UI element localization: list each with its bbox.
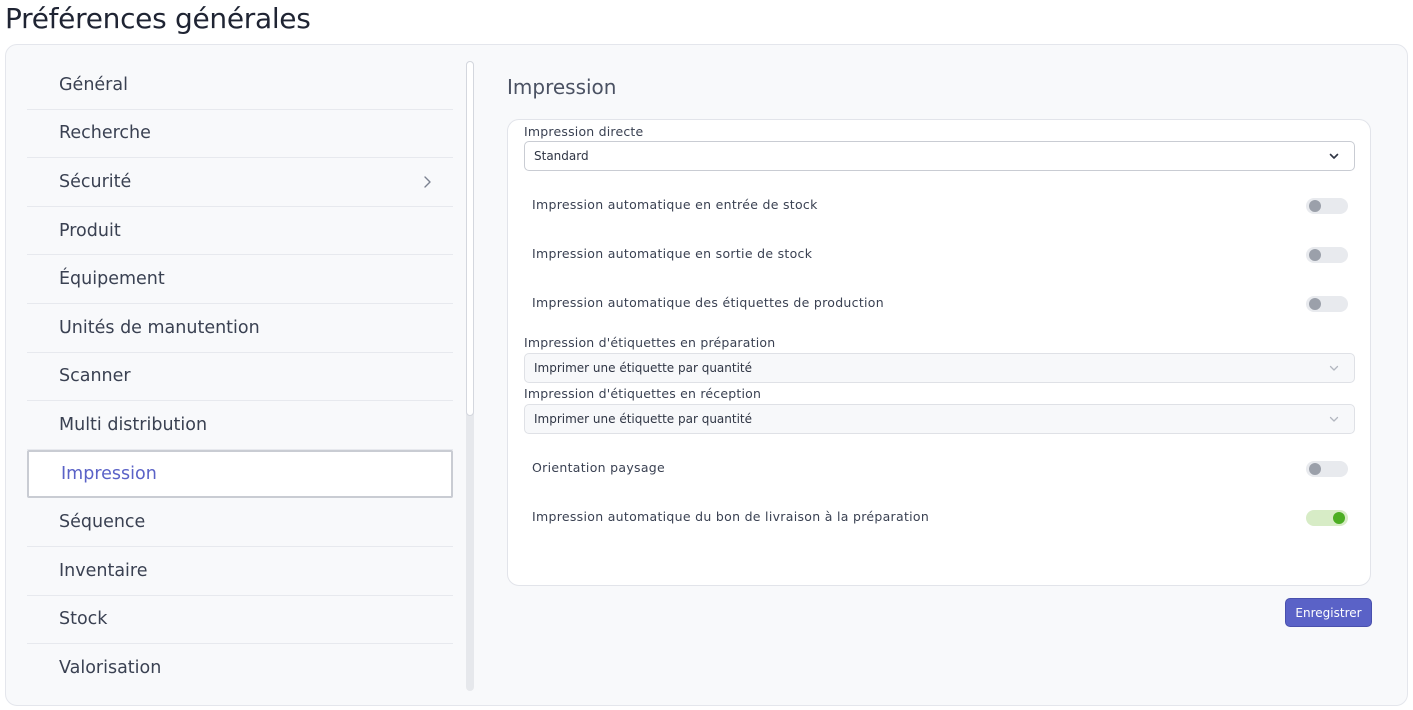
scrollbar-thumb[interactable] — [466, 61, 474, 416]
sidebar-item-label: Stock — [59, 609, 108, 630]
auto-print-stock-in-label: Impression automatique en entrée de stoc… — [532, 197, 818, 212]
toggle-knob — [1309, 463, 1321, 475]
sidebar-item-label: Impression — [61, 464, 157, 485]
landscape-orientation-label: Orientation paysage — [532, 460, 666, 475]
direct-print-value: Standard — [534, 149, 589, 163]
sidebar-item-label: Équipement — [59, 269, 165, 290]
sidebar-item-label: Valorisation — [59, 658, 162, 679]
sidebar-item-inventaire[interactable]: Inventaire — [27, 547, 453, 596]
sidebar-item-label: Général — [59, 74, 128, 95]
auto-print-delivery-note-label: Impression automatique du bon de livrais… — [532, 509, 930, 524]
toggle-knob — [1309, 298, 1321, 310]
sidebar-item-label: Séquence — [59, 512, 146, 533]
auto-print-stock-out-toggle[interactable] — [1306, 247, 1348, 263]
chevron-down-icon — [1329, 416, 1339, 422]
chevron-right-icon — [424, 176, 431, 188]
prep-labels-label: Impression d'étiquettes en préparation — [524, 335, 776, 350]
sidebar-item-label: Sécurité — [59, 171, 132, 192]
auto-print-stock-in-toggle[interactable] — [1306, 198, 1348, 214]
sidebar-item-valorisation[interactable]: Valorisation — [27, 644, 453, 693]
chevron-down-icon — [1329, 365, 1339, 371]
sidebar-item-label: Produit — [59, 220, 121, 241]
direct-print-label: Impression directe — [524, 124, 644, 139]
save-button[interactable]: Enregistrer — [1285, 598, 1372, 627]
recep-labels-label: Impression d'étiquettes en réception — [524, 386, 762, 401]
recep-labels-value: Imprimer une étiquette par quantité — [534, 412, 753, 426]
toggle-knob — [1309, 200, 1321, 212]
toggle-knob — [1333, 512, 1345, 524]
page-title: Préférences générales — [5, 2, 311, 35]
sidebar-item-equipement[interactable]: Équipement — [27, 255, 453, 304]
auto-print-delivery-note-toggle[interactable] — [1306, 510, 1348, 526]
sidebar-item-label: Unités de manutention — [59, 317, 260, 338]
auto-print-production-toggle[interactable] — [1306, 296, 1348, 312]
section-title: Impression — [507, 75, 617, 99]
toggle-knob — [1309, 249, 1321, 261]
sidebar-item-scanner[interactable]: Scanner — [27, 353, 453, 402]
sidebar-item-label: Recherche — [59, 123, 151, 144]
prep-labels-value: Imprimer une étiquette par quantité — [534, 361, 753, 375]
sidebar: Général Recherche Sécurité Produit Équip… — [27, 61, 453, 693]
sidebar-item-general[interactable]: Général — [27, 61, 453, 110]
sidebar-scrollbar[interactable] — [466, 61, 474, 691]
sidebar-item-stock[interactable]: Stock — [27, 596, 453, 645]
sidebar-item-unites-manutention[interactable]: Unités de manutention — [27, 304, 453, 353]
sidebar-item-label: Scanner — [59, 366, 131, 387]
preferences-panel: Général Recherche Sécurité Produit Équip… — [5, 44, 1408, 706]
recep-labels-select[interactable]: Imprimer une étiquette par quantité — [524, 404, 1355, 434]
auto-print-stock-out-label: Impression automatique en sortie de stoc… — [532, 246, 813, 261]
sidebar-item-multi-distribution[interactable]: Multi distribution — [27, 401, 453, 450]
auto-print-production-label: Impression automatique des étiquettes de… — [532, 295, 884, 310]
chevron-down-icon — [1329, 153, 1339, 159]
sidebar-item-produit[interactable]: Produit — [27, 207, 453, 256]
sidebar-item-recherche[interactable]: Recherche — [27, 110, 453, 159]
landscape-orientation-toggle[interactable] — [1306, 461, 1348, 477]
prep-labels-select[interactable]: Imprimer une étiquette par quantité — [524, 353, 1355, 383]
sidebar-item-label: Inventaire — [59, 560, 148, 581]
impression-settings-card: Impression directe Standard Impression a… — [507, 119, 1371, 586]
sidebar-item-impression[interactable]: Impression — [27, 449, 453, 499]
sidebar-item-sequence[interactable]: Séquence — [27, 498, 453, 547]
sidebar-item-securite[interactable]: Sécurité — [27, 158, 453, 207]
direct-print-select[interactable]: Standard — [524, 141, 1355, 171]
sidebar-item-label: Multi distribution — [59, 414, 208, 435]
